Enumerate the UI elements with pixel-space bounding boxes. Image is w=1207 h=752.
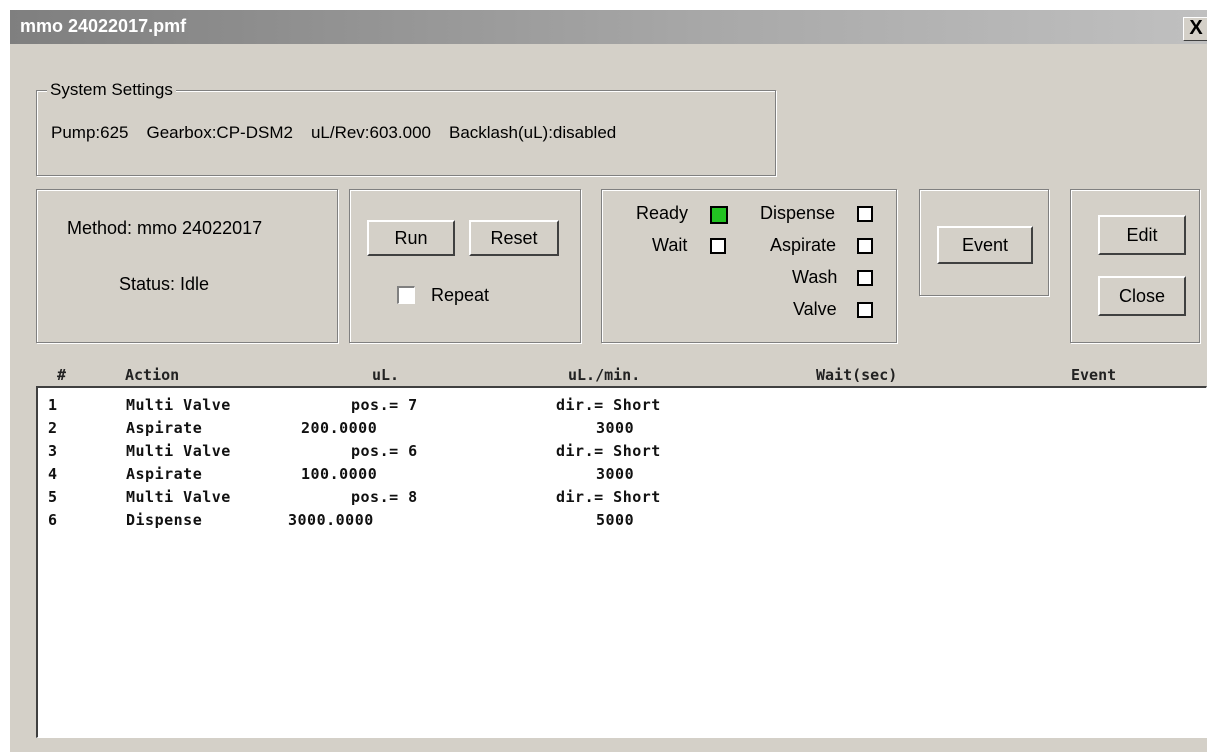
- row-ul: 100.0000: [301, 465, 378, 483]
- valve-indicator-label: Valve: [793, 299, 837, 319]
- run-control-panel: Run Reset Repeat: [349, 189, 581, 343]
- title-bar[interactable]: mmo 24022017.pmf X: [10, 10, 1207, 44]
- row-number: 2: [48, 419, 58, 437]
- method-status-panel: Method: mmo 24022017 Status: Idle: [36, 189, 338, 343]
- close-window-button[interactable]: X: [1183, 17, 1207, 41]
- event-panel: Event: [919, 189, 1049, 296]
- row-action: Dispense: [126, 511, 203, 529]
- method-name: Method: mmo 24022017: [67, 218, 263, 238]
- system-settings-group: System Settings Pump:625 Gearbox:CP-DSM2 u…: [36, 80, 776, 176]
- header-ul-per-min: uL./min.: [568, 366, 641, 384]
- wash-indicator-light: [857, 270, 873, 286]
- table-header-row: # Action uL. uL./min. Wait(sec) Event: [10, 366, 1207, 388]
- row-number: 6: [48, 511, 58, 529]
- header-event: Event: [1071, 366, 1117, 384]
- row-ul: 3000.0000: [288, 511, 374, 529]
- aspirate-indicator-label: Aspirate: [770, 235, 837, 255]
- wait-indicator-light: [710, 238, 726, 254]
- pump-value: Pump:625: [51, 123, 129, 142]
- header-number: #: [57, 366, 67, 384]
- reset-button-label: Reset: [490, 227, 538, 248]
- header-ul: uL.: [372, 366, 400, 384]
- edit-button-label: Edit: [1126, 224, 1158, 245]
- table-row[interactable]: 6 Dispense 3000.0000 5000: [38, 509, 1198, 532]
- wash-indicator-label: Wash: [792, 267, 838, 287]
- row-number: 4: [48, 465, 58, 483]
- row-ul: 200.0000: [301, 419, 378, 437]
- reset-button[interactable]: Reset: [469, 220, 559, 256]
- row-action: Multi Valve: [126, 442, 231, 460]
- run-button[interactable]: Run: [367, 220, 455, 256]
- row-action: Aspirate: [126, 465, 203, 483]
- repeat-label: Repeat: [431, 285, 490, 305]
- run-button-label: Run: [394, 227, 428, 248]
- ready-indicator-light: [710, 206, 728, 224]
- row-ul: pos.= 6: [351, 442, 418, 460]
- edit-close-panel: Edit Close: [1070, 189, 1200, 343]
- row-ul-per-min: dir.= Short: [556, 442, 661, 460]
- row-number: 1: [48, 396, 58, 414]
- dispense-indicator-light: [857, 206, 873, 222]
- row-ul-per-min: 5000: [596, 511, 635, 529]
- status-text: Status: Idle: [119, 274, 210, 294]
- row-ul-per-min: 3000: [596, 465, 635, 483]
- row-action: Multi Valve: [126, 396, 231, 414]
- edit-button[interactable]: Edit: [1098, 215, 1186, 255]
- wait-indicator-label: Wait: [652, 235, 688, 255]
- event-button-label: Event: [961, 234, 1009, 255]
- ready-indicator-label: Ready: [636, 203, 689, 223]
- table-row[interactable]: 1 Multi Valve pos.= 7 dir.= Short: [38, 394, 1198, 417]
- row-ul: pos.= 7: [351, 396, 418, 414]
- header-action: Action: [125, 366, 180, 384]
- row-ul-per-min: 3000: [596, 419, 635, 437]
- event-button[interactable]: Event: [937, 226, 1033, 264]
- row-ul: pos.= 8: [351, 488, 418, 506]
- row-ul-per-min: dir.= Short: [556, 488, 661, 506]
- table-row[interactable]: 2 Aspirate 200.0000 3000: [38, 417, 1198, 440]
- header-wait-sec: Wait(sec): [816, 366, 898, 384]
- ul-rev-value: uL/Rev:603.000: [310, 123, 431, 142]
- gearbox-value: Gearbox:CP-DSM2: [146, 123, 293, 142]
- row-number: 5: [48, 488, 58, 506]
- close-icon: X: [1189, 17, 1203, 39]
- window-title: mmo 24022017.pmf: [20, 16, 187, 36]
- method-window: mmo 24022017.pmf X System Settings Pump:…: [10, 10, 1207, 752]
- dispense-indicator-label: Dispense: [760, 203, 836, 223]
- system-settings-line: Pump:625 Gearbox:CP-DSM2 uL/Rev:603.000 Bac…: [51, 123, 634, 143]
- repeat-checkbox[interactable]: [397, 286, 415, 304]
- system-settings-legend: System Settings: [47, 80, 176, 100]
- valve-indicator-light: [857, 302, 873, 318]
- table-row[interactable]: 5 Multi Valve pos.= 8 dir.= Short: [38, 486, 1198, 509]
- table-row[interactable]: 4 Aspirate 100.0000 3000: [38, 463, 1198, 486]
- aspirate-indicator-light: [857, 238, 873, 254]
- close-button[interactable]: Close: [1098, 276, 1186, 316]
- table-row[interactable]: 3 Multi Valve pos.= 6 dir.= Short: [38, 440, 1198, 463]
- row-ul-per-min: dir.= Short: [556, 396, 661, 414]
- row-number: 3: [48, 442, 58, 460]
- close-button-label: Close: [1118, 285, 1166, 306]
- row-action: Multi Valve: [126, 488, 231, 506]
- method-steps-list[interactable]: 1 Multi Valve pos.= 7 dir.= Short 2 Aspi…: [36, 386, 1207, 738]
- status-indicators-panel: Ready Wait Dispense Aspirate Wash Valve: [601, 189, 897, 343]
- backlash-value: Backlash(uL):disabled: [448, 123, 617, 142]
- row-action: Aspirate: [126, 419, 203, 437]
